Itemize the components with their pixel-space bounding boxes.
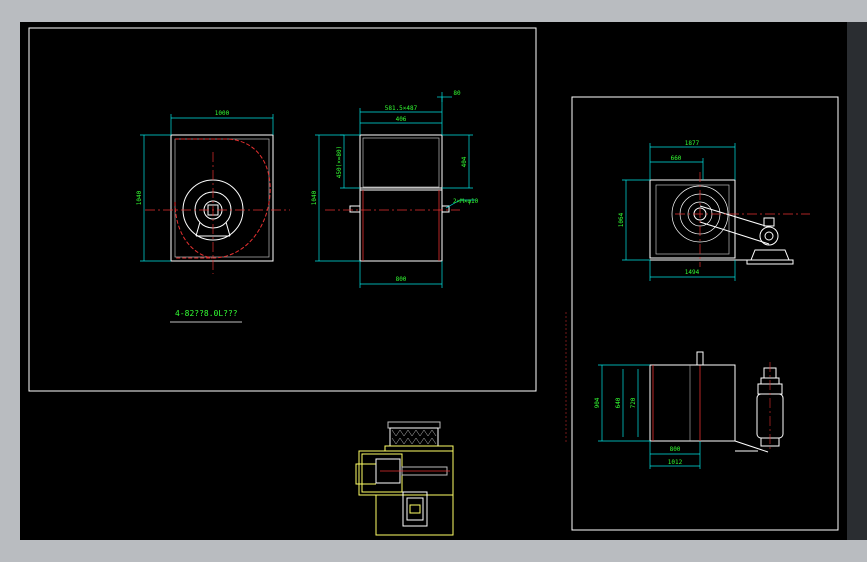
view4-belt-drive-side: 904 640 720 800 1012 xyxy=(565,312,784,469)
right-sheet-frame xyxy=(571,96,839,531)
view2-left-outer-dim: 1040 xyxy=(311,190,318,205)
view2-mid-dim: 406 xyxy=(396,116,407,123)
view2-side-note: 2×M×φ10 xyxy=(453,198,479,205)
view2-right-dim: 404 xyxy=(461,156,468,167)
drawing-canvas: 1000 1040 581.5×487 406 80 404 450(×=80) xyxy=(28,27,839,536)
view2-top-small: 80 xyxy=(453,90,461,97)
view3-belt-drive-front: 1877 660 1064 1494 xyxy=(618,140,810,281)
view4-left-outer-dim: 904 xyxy=(594,397,601,408)
view4-left-inner-dim: 640 xyxy=(615,397,622,408)
view1-height-dim: 1040 xyxy=(136,190,143,205)
view3-bottom-dim: 1494 xyxy=(685,269,700,276)
view1-fan-front: 1000 1040 xyxy=(136,110,290,274)
view1-width-dim: 1000 xyxy=(215,110,230,117)
drawing-title-label: 4-82??8.0L??? xyxy=(175,309,238,318)
view2-left-inner-dim: 450(×=80) xyxy=(336,146,343,179)
left-sheet-frame xyxy=(28,27,537,392)
view2-bottom-dim: 800 xyxy=(396,276,407,283)
view3-top-inner-dim: 660 xyxy=(671,155,682,162)
view4-bottom-inner-dim: 800 xyxy=(670,446,681,453)
view3-top-outer-dim: 1877 xyxy=(685,140,700,147)
view2-fan-side: 581.5×487 406 80 404 450(×=80) 1040 800 … xyxy=(311,90,479,288)
view4-bottom-outer-dim: 1012 xyxy=(668,459,683,466)
view2-top-dim: 581.5×487 xyxy=(385,105,418,112)
view3-left-dim: 1064 xyxy=(618,212,625,227)
bottom-fan-assembly xyxy=(355,421,454,536)
right-scrollbar[interactable] xyxy=(847,22,867,540)
view4-left-small-dim: 720 xyxy=(630,397,637,408)
cad-viewport[interactable]: 1000 1040 581.5×487 406 80 404 450(×=80) xyxy=(20,22,847,540)
